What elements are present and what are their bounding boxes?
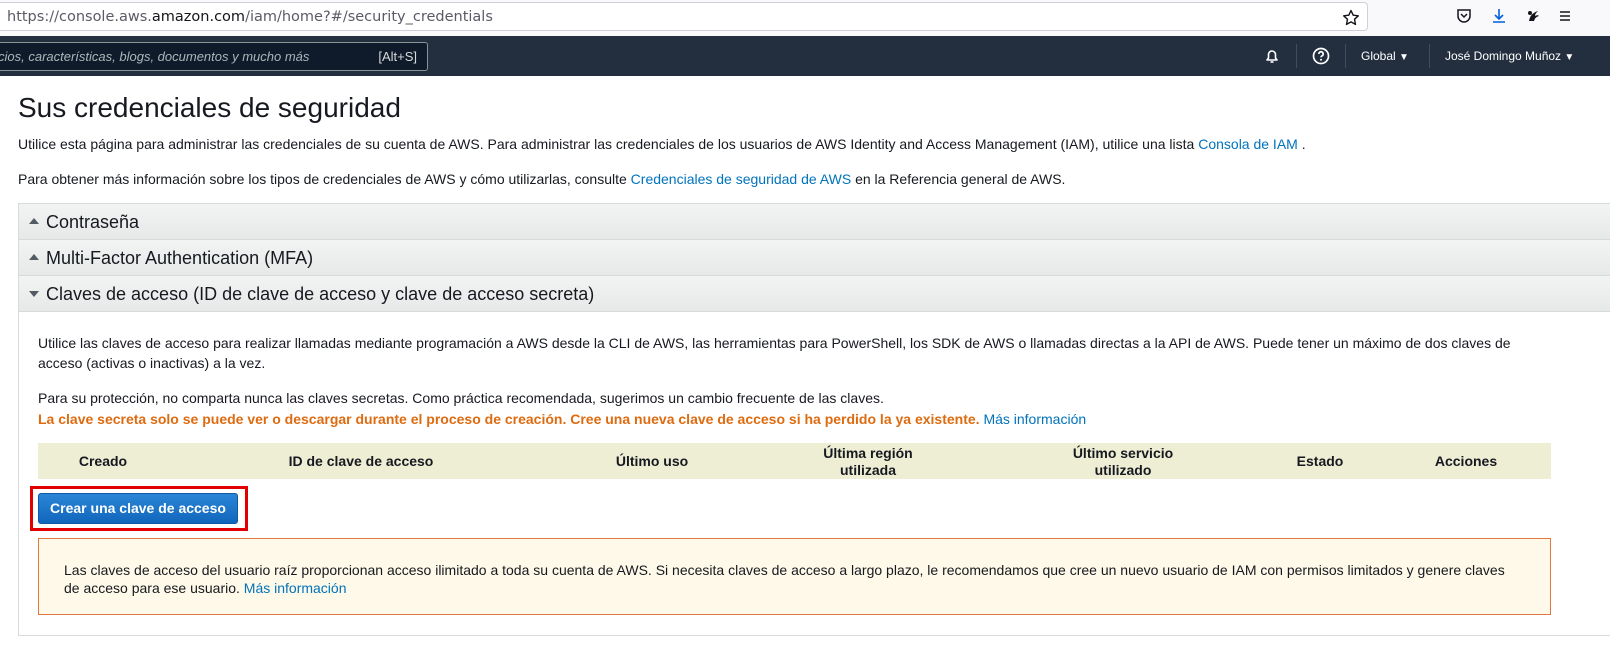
column-last-service-line2: utilizado (1094, 462, 1152, 478)
nav-divider (1345, 44, 1346, 68)
collapse-arrow-icon (29, 254, 39, 260)
browser-toolbar: https://console.aws.amazon.com/iam/home?… (0, 0, 1610, 36)
column-last-service-line1: Último servicio (1072, 445, 1174, 461)
url-prefix: https://console.aws. (7, 9, 152, 25)
intro-end: en la Referencia general de AWS. (855, 171, 1066, 187)
intro-text: Para obtener más información sobre los t… (18, 171, 627, 187)
credentials-accordion: Contraseña Multi-Factor Authentication (… (18, 203, 1610, 636)
expand-arrow-icon (29, 291, 39, 297)
column-last-service: Último servicio utilizado (1048, 445, 1198, 479)
url-path: /iam/home?#/security_credentials (245, 9, 493, 25)
download-icon[interactable] (1490, 7, 1508, 25)
search-input[interactable]: cios, características, blogs, documentos… (0, 42, 428, 71)
search-shortcut: [Alt+S] (378, 49, 417, 64)
caret-down-icon: ▼ (1399, 52, 1409, 63)
extension-icon[interactable] (1525, 7, 1543, 25)
column-last-used: Último uso (615, 453, 689, 469)
intro-paragraph-1: Utilice esta página para administrar las… (18, 136, 1306, 152)
intro-paragraph-2: Para obtener más información sobre los t… (18, 171, 1065, 187)
nav-divider (1296, 44, 1297, 68)
notifications-bell-icon[interactable] (1262, 46, 1282, 66)
account-menu[interactable]: José Domingo Muñoz ▼ (1445, 49, 1574, 63)
column-created: Creado (78, 453, 128, 469)
iam-console-link[interactable]: Consola de IAM (1198, 136, 1298, 152)
intro-text: Utilice esta página para administrar las… (18, 136, 1195, 152)
access-keys-table-header: Creado ID de clave de acceso Último uso … (38, 443, 1551, 479)
column-access-key-id: ID de clave de acceso (288, 453, 434, 469)
column-last-region-line1: Última región (823, 445, 913, 461)
access-keys-warning: La clave secreta solo se puede ver o des… (38, 409, 1086, 429)
security-credentials-link[interactable]: Credenciales de seguridad de AWS (631, 171, 852, 187)
more-info-link[interactable]: Más información (983, 411, 1086, 427)
caret-down-icon: ▼ (1564, 52, 1575, 63)
create-access-key-button[interactable]: Crear una clave de acceso (38, 493, 238, 524)
intro-end: . (1301, 136, 1306, 152)
help-icon[interactable] (1311, 46, 1331, 66)
section-password-label: Contraseña (46, 212, 140, 232)
section-password-header[interactable]: Contraseña (19, 204, 1610, 240)
alert-more-info-link[interactable]: Más información (244, 580, 347, 596)
nav-divider (1429, 44, 1430, 68)
search-placeholder: cios, características, blogs, documentos… (0, 49, 310, 64)
url-host: amazon.com (151, 9, 246, 25)
region-selector[interactable]: Global ▼ (1361, 49, 1409, 63)
aws-navbar: cios, características, blogs, documentos… (0, 36, 1610, 76)
section-mfa-header[interactable]: Multi-Factor Authentication (MFA) (19, 240, 1610, 276)
collapse-arrow-icon (29, 218, 39, 224)
root-keys-alert: Las claves de acceso del usuario raíz pr… (38, 538, 1551, 615)
access-keys-description: Utilice las claves de acceso para realiz… (38, 335, 1511, 371)
address-bar[interactable]: https://console.aws.amazon.com/iam/home?… (0, 2, 1368, 31)
bookmark-star-icon[interactable] (1341, 8, 1361, 28)
column-actions: Acciones (1434, 453, 1498, 469)
column-status: Estado (1296, 453, 1344, 469)
region-label: Global (1361, 49, 1396, 63)
menu-icon[interactable] (1556, 7, 1574, 25)
warning-text: La clave secreta solo se puede ver o des… (38, 411, 980, 427)
pocket-icon[interactable] (1455, 7, 1473, 25)
page-title: Sus credenciales de seguridad (18, 92, 401, 123)
address-url[interactable]: https://console.aws.amazon.com/iam/home?… (7, 9, 493, 25)
section-mfa-label: Multi-Factor Authentication (MFA) (46, 248, 314, 268)
account-name: José Domingo Muñoz (1445, 49, 1562, 63)
access-keys-protection-note: Para su protección, no comparta nunca la… (38, 390, 884, 406)
alert-message: Las claves de acceso del usuario raíz pr… (64, 561, 1514, 597)
column-last-region-line2: utilizada (839, 462, 896, 478)
section-access-keys-header[interactable]: Claves de acceso (ID de clave de acceso … (19, 276, 1610, 312)
section-access-keys-label: Claves de acceso (ID de clave de acceso … (46, 284, 595, 304)
column-last-region: Última región utilizada (798, 445, 938, 479)
